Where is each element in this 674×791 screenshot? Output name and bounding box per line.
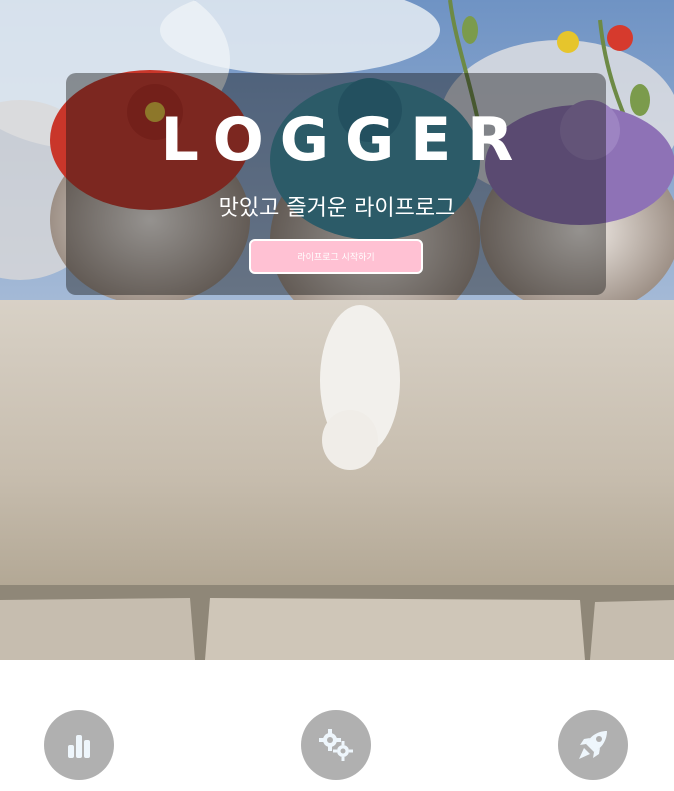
feature-stats[interactable] <box>44 710 114 780</box>
gears-icon <box>319 729 353 761</box>
hero-title: LOGGER <box>160 105 530 175</box>
features-section <box>0 660 674 791</box>
feature-launch[interactable] <box>558 710 628 780</box>
bar-chart-icon <box>68 735 90 758</box>
hero-section: LOGGER 맛있고 즐거운 라이프로그 라이프로그 시작하기 <box>0 0 674 660</box>
feature-settings[interactable] <box>301 710 371 780</box>
hero-subtitle: 맛있고 즐거운 라이프로그 <box>218 196 456 221</box>
start-lifelog-button[interactable]: 라이프로그 시작하기 <box>249 239 423 274</box>
rocket-icon <box>579 731 607 759</box>
